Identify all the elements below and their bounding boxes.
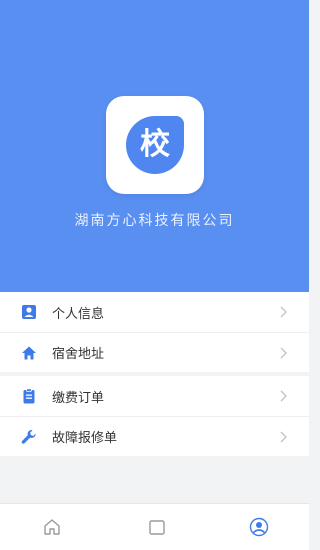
clipboard-icon — [20, 387, 38, 405]
menu-item-label: 故障报修单 — [52, 431, 118, 446]
menu-item-personal-info[interactable]: 个人信息 — [0, 292, 309, 332]
chevron-right-icon — [280, 431, 287, 443]
app-logo: 校 — [106, 96, 204, 194]
chevron-right-icon — [280, 390, 287, 402]
menu-item-label: 宿舍地址 — [52, 347, 105, 362]
bottom-tab-bar — [0, 503, 309, 550]
menu-item-label: 个人信息 — [52, 306, 105, 322]
tab-home-icon[interactable] — [41, 516, 63, 538]
menu-item-payment-orders[interactable]: 缴费订单 — [0, 376, 309, 416]
person-card-icon — [20, 303, 38, 321]
wrench-icon — [20, 428, 38, 446]
menu-item-repair-orders[interactable]: 故障报修单 — [0, 416, 309, 456]
menu-group-orders: 缴费订单 故障报修单 — [0, 376, 309, 456]
menu-item-label: 缴费订单 — [52, 390, 105, 406]
logo-drop-shape: 校 — [126, 116, 184, 174]
tab-user-icon[interactable] — [248, 516, 270, 538]
chevron-right-icon — [280, 306, 287, 318]
logo-character: 校 — [140, 127, 170, 162]
profile-header: 校 湖南方心科技有限公司 — [0, 0, 309, 292]
company-name: 湖南方心科技有限公司 — [74, 213, 235, 229]
menu-group-account: 个人信息 宿舍地址 — [0, 292, 309, 372]
home-icon — [20, 344, 38, 362]
chevron-right-icon — [280, 347, 287, 359]
menu-item-dorm-address[interactable]: 宿舍地址 — [0, 332, 309, 372]
tab-square-icon[interactable] — [146, 516, 168, 538]
